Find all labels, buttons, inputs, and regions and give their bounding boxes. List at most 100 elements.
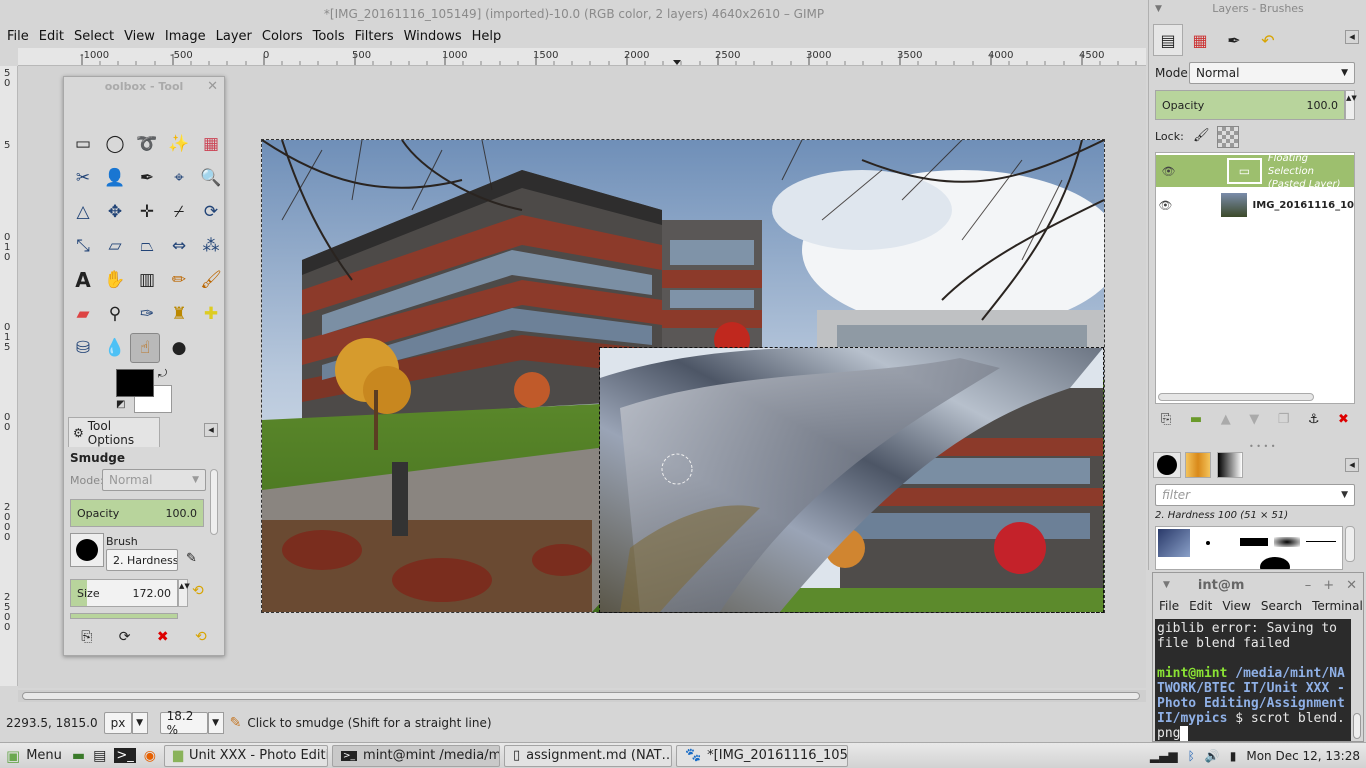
shear-icon[interactable]: ▱ bbox=[100, 231, 130, 261]
menu-select[interactable]: Select bbox=[69, 27, 119, 47]
brush-swatch[interactable] bbox=[1158, 529, 1190, 557]
cage-icon[interactable]: ⁂ bbox=[196, 231, 226, 261]
terminal-menu-edit[interactable]: Edit bbox=[1189, 599, 1212, 619]
blur-icon[interactable]: 💧 bbox=[100, 333, 130, 363]
layer-mode-select[interactable]: Normal ▼ bbox=[1189, 62, 1355, 84]
layers-scrollbar[interactable] bbox=[1158, 393, 1314, 401]
default-colors-icon[interactable]: ◩ bbox=[116, 399, 125, 410]
tab-layers[interactable]: ▤ bbox=[1153, 24, 1183, 56]
taskbar-window-unit-folder[interactable]: ▆ Unit XXX - Photo Editing bbox=[163, 744, 328, 767]
duplicate-layer-icon[interactable]: ❐ bbox=[1278, 412, 1290, 427]
dodge-icon[interactable]: ⛁ bbox=[68, 333, 98, 363]
reset-options-icon[interactable]: ⟲ bbox=[195, 629, 207, 645]
eye-icon[interactable]: 👁 bbox=[1156, 165, 1181, 178]
raise-layer-icon[interactable]: ▲ bbox=[1221, 412, 1231, 427]
menu-tools[interactable]: Tools bbox=[308, 27, 350, 47]
menu-windows[interactable]: Windows bbox=[399, 27, 467, 47]
paintbrush-icon[interactable]: 🖌 bbox=[196, 265, 226, 295]
brush-swatch[interactable] bbox=[1274, 537, 1300, 547]
new-layer-icon[interactable]: ⎘ bbox=[1161, 412, 1171, 427]
firefox-icon[interactable]: ◉ bbox=[144, 748, 156, 764]
lower-layer-icon[interactable]: ▼ bbox=[1249, 412, 1259, 427]
zoom-select[interactable]: 18.2 % ▼ bbox=[159, 709, 224, 737]
layer-row-image[interactable]: 👁 IMG_20161116_10 bbox=[1156, 189, 1354, 221]
menu-colors[interactable]: Colors bbox=[257, 27, 308, 47]
brush-name-field[interactable]: 2. Hardness 1 bbox=[106, 549, 178, 571]
minimize-icon[interactable]: – bbox=[1305, 578, 1312, 593]
unit-value[interactable]: px bbox=[103, 712, 132, 734]
menu-layer[interactable]: Layer bbox=[211, 27, 257, 47]
dock-separator[interactable]: • • • • bbox=[1249, 442, 1276, 451]
toolbox-window[interactable]: oolbox - Tool ✕ ▭ ◯ ➰ ✨ ▦ ✂ 👤 ✒ ⌖ 🔍 △ ✥ … bbox=[63, 76, 225, 656]
toolbox-title[interactable]: oolbox - Tool bbox=[64, 77, 224, 97]
ink-icon[interactable]: ✑ bbox=[132, 299, 162, 329]
terminal-menu-terminal[interactable]: Terminal bbox=[1312, 599, 1363, 619]
free-select-icon[interactable]: ➰ bbox=[132, 129, 162, 159]
ellipse-select-icon[interactable]: ◯ bbox=[100, 129, 130, 159]
tab-tool-options[interactable]: ⚙ Tool Options bbox=[68, 417, 160, 447]
terminal-launcher-icon[interactable]: >_ bbox=[114, 748, 136, 763]
tab-channels[interactable]: ▦ bbox=[1185, 24, 1215, 56]
options-scrollbar[interactable] bbox=[210, 469, 218, 535]
foreground-select-icon[interactable]: 👤 bbox=[100, 163, 130, 193]
perspective-clone-icon[interactable]: ✚ bbox=[196, 299, 226, 329]
chevron-down-icon[interactable]: ▼ bbox=[1341, 490, 1348, 500]
brush-swatch[interactable] bbox=[1260, 557, 1290, 569]
flip-icon[interactable]: ⇔ bbox=[164, 231, 194, 261]
color-picker-icon[interactable]: ⌖ bbox=[164, 163, 194, 193]
blend-icon[interactable]: ▥ bbox=[132, 265, 162, 295]
panel-menu-icon[interactable]: ◂ bbox=[1345, 458, 1359, 472]
show-desktop-icon[interactable]: ▬ bbox=[72, 748, 85, 764]
terminal-titlebar[interactable]: ▼ int@m – + ✕ bbox=[1153, 573, 1363, 597]
menu-view[interactable]: View bbox=[119, 27, 160, 47]
pencil-icon[interactable]: ✏ bbox=[164, 265, 194, 295]
taskbar-window-terminal[interactable]: >_ mint@mint /media/mi… bbox=[331, 744, 500, 767]
menu-filters[interactable]: Filters bbox=[350, 27, 399, 47]
chevron-down-icon[interactable]: ▼ bbox=[1155, 4, 1162, 14]
panel-menu-icon[interactable]: ◂ bbox=[204, 423, 218, 437]
brush-grid[interactable] bbox=[1155, 526, 1343, 570]
perspective-icon[interactable]: ⏢ bbox=[132, 231, 162, 261]
delete-options-icon[interactable]: ✖ bbox=[157, 629, 169, 645]
tab-brushes[interactable] bbox=[1153, 452, 1181, 478]
tab-gradients[interactable] bbox=[1217, 452, 1243, 478]
reset-size-icon[interactable]: ⟲ bbox=[192, 583, 204, 599]
terminal-window[interactable]: ▼ int@m – + ✕ File Edit View Search Term… bbox=[1152, 572, 1364, 742]
align-icon[interactable]: ✛ bbox=[132, 197, 162, 227]
delete-layer-icon[interactable]: ✖ bbox=[1338, 412, 1349, 427]
rotate-icon[interactable]: ⟳ bbox=[196, 197, 226, 227]
move-icon[interactable]: ✥ bbox=[100, 197, 130, 227]
text-icon[interactable]: A bbox=[68, 265, 98, 295]
taskbar-window-gimp[interactable]: 🐾 *[IMG_20161116_105… bbox=[675, 744, 848, 767]
chevron-down-icon[interactable]: ▼ bbox=[1163, 580, 1170, 590]
crop-icon[interactable]: ⌿ bbox=[164, 197, 194, 227]
brushes-scrollbar[interactable] bbox=[1345, 526, 1355, 562]
bluetooth-icon[interactable]: ᛒ bbox=[1188, 749, 1195, 763]
measure-icon[interactable]: △ bbox=[68, 197, 98, 227]
menu-image[interactable]: Image bbox=[160, 27, 211, 47]
airbrush-icon[interactable]: ⚲ bbox=[100, 299, 130, 329]
eraser-icon[interactable]: ▰ bbox=[68, 299, 98, 329]
save-options-icon[interactable]: ⎘ bbox=[81, 629, 92, 645]
size-spinner[interactable]: ▲▼ bbox=[178, 579, 190, 607]
tab-paths[interactable]: ✒ bbox=[1219, 24, 1249, 56]
panel-menu-icon[interactable]: ◂ bbox=[1345, 30, 1359, 44]
rect-select-icon[interactable]: ▭ bbox=[68, 129, 98, 159]
opacity-spinner[interactable]: ▲▼ bbox=[1345, 90, 1357, 120]
layer-row-floating[interactable]: 👁 ▭ Floating Selection (Pasted Layer) bbox=[1156, 153, 1354, 190]
next-slider[interactable] bbox=[70, 613, 178, 619]
eye-icon[interactable]: 👁 bbox=[1156, 199, 1175, 212]
brush-swatch[interactable] bbox=[1306, 541, 1336, 542]
heal-icon[interactable]: ✋ bbox=[100, 265, 130, 295]
horizontal-ruler[interactable]: -1000 -500 0 500 1000 1500 2000 2500 300… bbox=[18, 48, 1146, 66]
tab-patterns[interactable] bbox=[1185, 452, 1211, 478]
chevron-down-icon[interactable]: ▼ bbox=[131, 712, 148, 734]
tab-undo-history[interactable]: ↶ bbox=[1253, 24, 1283, 56]
brush-swatch[interactable] bbox=[1240, 538, 1268, 546]
brush-preview[interactable] bbox=[70, 533, 104, 567]
chevron-down-icon[interactable]: ▼ bbox=[207, 712, 224, 734]
clock[interactable]: Mon Dec 12, 13:28 bbox=[1246, 749, 1360, 763]
terminal-output[interactable]: giblib error: Saving to file blend faile… bbox=[1155, 619, 1351, 741]
unit-select[interactable]: px ▼ bbox=[103, 712, 148, 734]
scale-icon[interactable]: ⤡ bbox=[68, 231, 98, 261]
